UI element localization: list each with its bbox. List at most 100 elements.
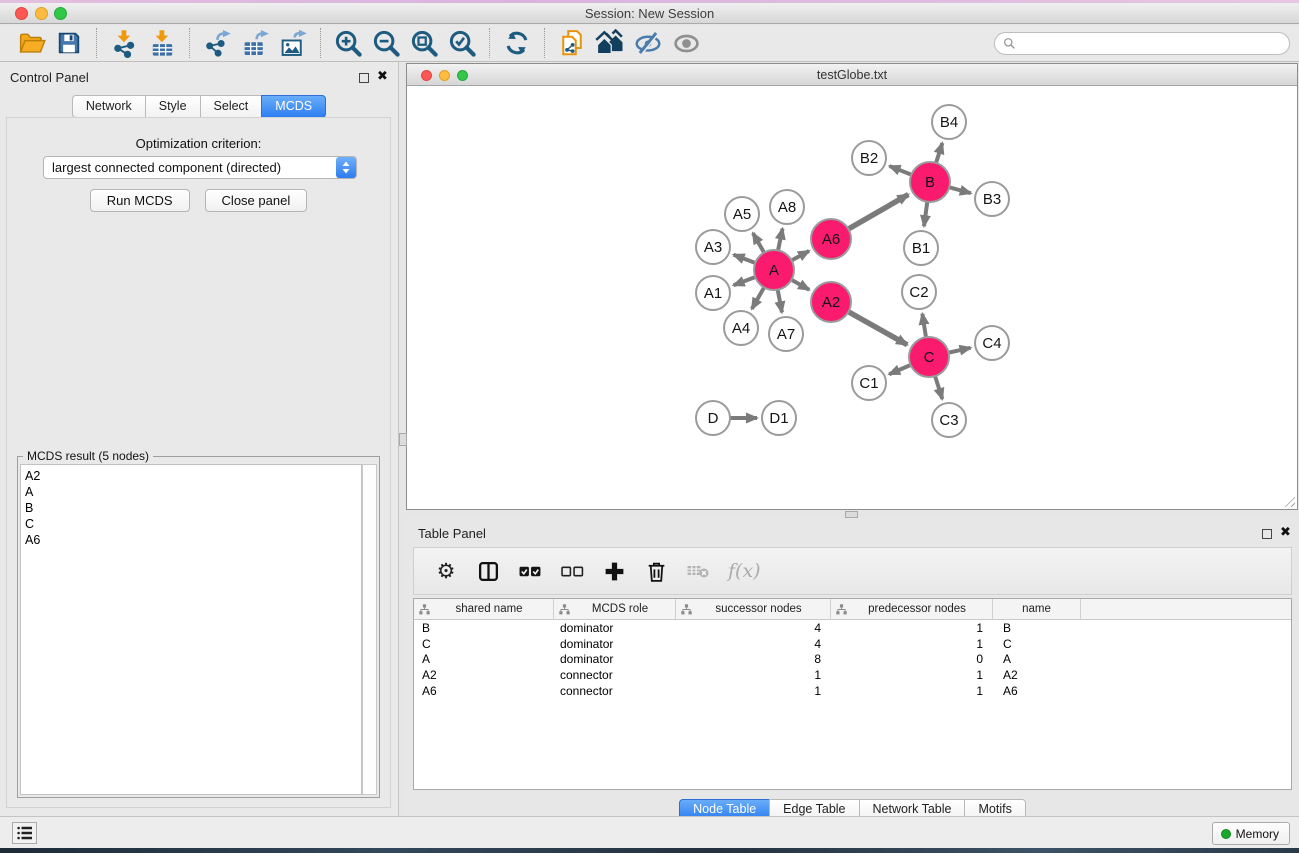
node-label-B3: B3 [983,191,1001,208]
node-label-A6: A6 [822,231,840,248]
cell: dominator [554,652,676,666]
search-box[interactable] [994,32,1290,55]
node-label-C1: C1 [859,375,878,392]
optimization-criterion-select[interactable]: largest connected component (directed) [43,156,357,179]
network-view-window: testGlobe.txt AA1A2A3A4A5A6A7A8BB1B2B3B4… [406,63,1298,510]
export-network-icon[interactable] [198,27,236,59]
refresh-network-icon[interactable] [498,27,536,59]
result-scrollbar[interactable] [362,464,377,795]
zoom-fit-icon[interactable] [405,27,443,59]
gear-icon[interactable]: ⚙ [432,558,460,584]
column-header-successor-nodes[interactable]: successor nodes [676,599,831,619]
close-table-panel-icon[interactable]: ✖ [1280,525,1291,539]
zoom-out-icon[interactable] [367,27,405,59]
result-item[interactable]: C [25,516,361,532]
import-network-icon[interactable] [105,27,143,59]
cell: C [414,637,554,651]
tab-select[interactable]: Select [200,95,263,118]
cell: 4 [676,637,831,651]
splitter-handle-horizontal[interactable] [845,511,858,518]
node-label-A2: A2 [822,294,840,311]
memory-button[interactable]: Memory [1212,822,1290,845]
search-input[interactable] [1016,33,1289,54]
float-table-panel-icon[interactable] [1262,529,1272,539]
node-label-D1: D1 [769,410,788,427]
cell: A2 [414,668,554,682]
deselect-all-icon[interactable] [558,558,586,584]
list-icon [17,826,33,840]
copy-networks-icon[interactable] [553,27,591,59]
splitter-handle[interactable] [399,433,407,446]
zoom-selected-icon[interactable] [443,27,481,59]
cell: 1 [831,637,993,651]
task-history-button[interactable] [12,822,37,844]
float-panel-icon[interactable] [359,73,369,83]
cell: C [993,637,1081,651]
close-panel-icon[interactable]: ✖ [377,69,388,83]
cell: 1 [676,668,831,682]
add-column-icon[interactable] [600,558,628,584]
save-session-icon[interactable] [50,27,88,59]
node-label-B: B [925,174,935,191]
table-row[interactable]: A6connector11A6 [414,683,1291,699]
cell: 1 [831,621,993,635]
column-header-name[interactable]: name [993,599,1081,619]
node-label-B1: B1 [912,240,930,257]
column-header-MCDS-role[interactable]: MCDS role [554,599,676,619]
run-mcds-button[interactable]: Run MCDS [90,189,190,212]
node-label-A5: A5 [733,206,751,223]
table-row[interactable]: Cdominator41C [414,636,1291,652]
eye-slash-icon[interactable] [629,27,667,59]
table-panel-title: Table Panel [418,526,486,541]
open-session-icon[interactable] [12,27,50,59]
main-toolbar [0,25,1299,62]
cell: B [993,621,1081,635]
table-row[interactable]: Adominator80A [414,652,1291,668]
tab-network[interactable]: Network [72,95,146,118]
mcds-tab-content: Optimization criterion: largest connecte… [6,117,391,808]
result-item[interactable]: A2 [25,468,361,484]
control-panel-header: Control Panel ✖ [0,62,398,88]
cell: 4 [676,621,831,635]
import-table-icon[interactable] [143,27,181,59]
table-row[interactable]: A2connector11A2 [414,667,1291,683]
cell: A6 [993,684,1081,698]
node-label-A1: A1 [704,285,722,302]
export-table-icon[interactable] [236,27,274,59]
control-panel-title: Control Panel [10,70,89,85]
mcds-result-groupbox: MCDS result (5 nodes) A2ABCA6 [17,456,380,798]
optimization-criterion-label: Optimization criterion: [7,136,390,151]
tab-style[interactable]: Style [145,95,201,118]
network-canvas[interactable]: AA1A2A3A4A5A6A7A8BB1B2B3B4CC1C2C3C4DD1 [408,87,1296,509]
toolbar-separator [96,28,97,58]
tab-mcds[interactable]: MCDS [261,95,326,118]
network-view-title: testGlobe.txt [407,68,1297,82]
column-header-shared-name[interactable]: shared name [414,599,554,619]
select-all-icon[interactable] [516,558,544,584]
column-header-predecessor-nodes[interactable]: predecessor nodes [831,599,993,619]
node-label-A3: A3 [704,239,722,256]
table-row[interactable]: Bdominator41B [414,620,1291,636]
export-image-icon[interactable] [274,27,312,59]
node-label-C4: C4 [982,335,1001,352]
result-item[interactable]: A [25,484,361,500]
table-header-row: shared nameMCDS rolesuccessor nodesprede… [414,599,1291,620]
control-panel-tabs: NetworkStyleSelectMCDS [0,95,398,118]
network-window-titlebar: testGlobe.txt [407,64,1297,86]
desktop-wallpaper-strip-bottom [0,848,1299,853]
close-panel-button[interactable]: Close panel [205,189,308,212]
cell: B [414,621,554,635]
node-label-C3: C3 [939,412,958,429]
home-icon[interactable] [591,27,629,59]
eye-icon[interactable] [667,27,705,59]
delete-column-icon[interactable] [642,558,670,584]
memory-label: Memory [1236,827,1279,841]
delete-table-icon[interactable] [684,558,712,584]
result-item[interactable]: A6 [25,532,361,548]
zoom-in-icon[interactable] [329,27,367,59]
split-columns-icon[interactable] [474,558,502,584]
mcds-result-list: A2ABCA6 [20,464,362,795]
result-item[interactable]: B [25,500,361,516]
function-builder-icon[interactable]: f(x) [728,560,761,582]
status-bar: Memory [0,816,1299,848]
